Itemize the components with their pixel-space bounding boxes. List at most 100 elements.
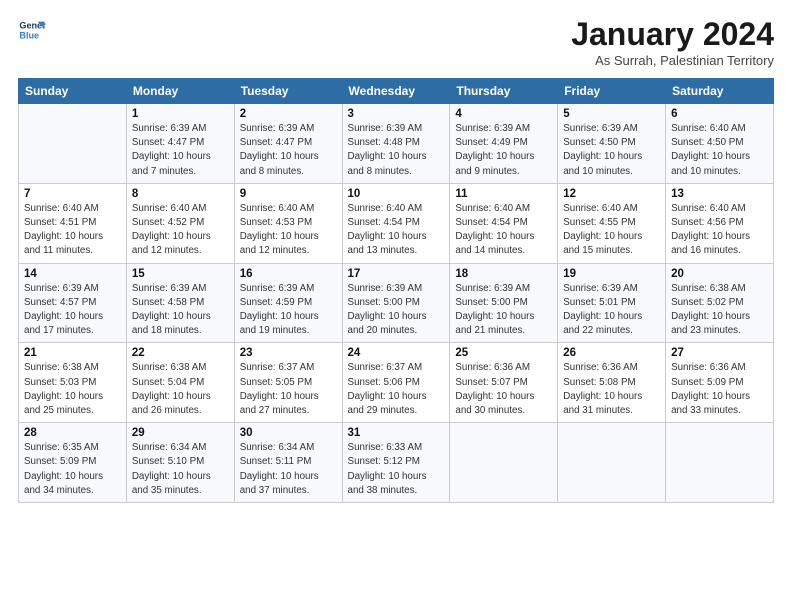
day-cell: 4 Sunrise: 6:39 AM Sunset: 4:49 PM Daylig… — [450, 104, 558, 184]
day-cell: 9 Sunrise: 6:40 AM Sunset: 4:53 PM Daylig… — [234, 183, 342, 263]
calendar-table: SundayMondayTuesdayWednesdayThursdayFrid… — [18, 78, 774, 503]
day-cell: 23 Sunrise: 6:37 AM Sunset: 5:05 PM Dayli… — [234, 343, 342, 423]
day-number: 8 — [132, 188, 229, 200]
header: General Blue January 2024 As Surrah, Pal… — [18, 16, 774, 68]
day-info: Sunrise: 6:39 AM Sunset: 4:58 PM Dayligh… — [132, 282, 229, 339]
day-info: Sunrise: 6:40 AM Sunset: 4:53 PM Dayligh… — [240, 202, 337, 259]
week-row-1: 7 Sunrise: 6:40 AM Sunset: 4:51 PM Daylig… — [19, 183, 774, 263]
day-number: 25 — [455, 347, 552, 359]
day-number: 14 — [24, 268, 121, 280]
title-area: January 2024 As Surrah, Palestinian Terr… — [571, 16, 774, 68]
day-number: 3 — [348, 108, 445, 120]
day-number: 22 — [132, 347, 229, 359]
col-header-sunday: Sunday — [19, 79, 127, 104]
day-cell: 13Sunrise: 6:40 AM Sunset: 4:56 PM Dayli… — [666, 183, 774, 263]
page: General Blue January 2024 As Surrah, Pal… — [0, 0, 792, 515]
header-row: SundayMondayTuesdayWednesdayThursdayFrid… — [19, 79, 774, 104]
day-cell: 6Sunrise: 6:40 AM Sunset: 4:50 PM Daylig… — [666, 104, 774, 184]
day-info: Sunrise: 6:40 AM Sunset: 4:54 PM Dayligh… — [455, 202, 552, 259]
day-cell: 18 Sunrise: 6:39 AM Sunset: 5:00 PM Dayli… — [450, 263, 558, 343]
svg-text:Blue: Blue — [19, 30, 39, 40]
week-row-3: 21Sunrise: 6:38 AM Sunset: 5:03 PM Dayli… — [19, 343, 774, 423]
day-info: Sunrise: 6:38 AM Sunset: 5:04 PM Dayligh… — [132, 361, 229, 418]
day-number: 7 — [24, 188, 121, 200]
day-info: Sunrise: 6:35 AM Sunset: 5:09 PM Dayligh… — [24, 441, 121, 498]
day-number: 26 — [563, 347, 660, 359]
day-number: 4 — [455, 108, 552, 120]
logo-icon: General Blue — [18, 16, 46, 44]
day-info: Sunrise: 6:37 AM Sunset: 5:06 PM Dayligh… — [348, 361, 445, 418]
day-number: 9 — [240, 188, 337, 200]
day-cell: 2Sunrise: 6:39 AM Sunset: 4:47 PM Daylig… — [234, 104, 342, 184]
day-cell: 20 Sunrise: 6:38 AM Sunset: 5:02 PM Dayli… — [666, 263, 774, 343]
day-number: 27 — [671, 347, 768, 359]
day-number: 21 — [24, 347, 121, 359]
day-number: 20 — [671, 268, 768, 280]
day-cell: 24 Sunrise: 6:37 AM Sunset: 5:06 PM Dayli… — [342, 343, 450, 423]
day-info: Sunrise: 6:33 AM Sunset: 5:12 PM Dayligh… — [348, 441, 445, 498]
day-cell: 27 Sunrise: 6:36 AM Sunset: 5:09 PM Dayli… — [666, 343, 774, 423]
logo: General Blue — [18, 16, 46, 44]
col-header-friday: Friday — [558, 79, 666, 104]
day-cell: 5Sunrise: 6:39 AM Sunset: 4:50 PM Daylig… — [558, 104, 666, 184]
day-cell — [558, 423, 666, 503]
day-info: Sunrise: 6:40 AM Sunset: 4:54 PM Dayligh… — [348, 202, 445, 259]
day-number: 1 — [132, 108, 229, 120]
day-number: 30 — [240, 427, 337, 439]
day-number: 23 — [240, 347, 337, 359]
day-info: Sunrise: 6:39 AM Sunset: 4:47 PM Dayligh… — [132, 122, 229, 179]
day-info: Sunrise: 6:36 AM Sunset: 5:08 PM Dayligh… — [563, 361, 660, 418]
day-cell — [450, 423, 558, 503]
day-info: Sunrise: 6:39 AM Sunset: 4:47 PM Dayligh… — [240, 122, 337, 179]
day-cell: 29Sunrise: 6:34 AM Sunset: 5:10 PM Dayli… — [126, 423, 234, 503]
day-cell: 11 Sunrise: 6:40 AM Sunset: 4:54 PM Dayli… — [450, 183, 558, 263]
day-info: Sunrise: 6:40 AM Sunset: 4:52 PM Dayligh… — [132, 202, 229, 259]
day-cell: 7 Sunrise: 6:40 AM Sunset: 4:51 PM Daylig… — [19, 183, 127, 263]
day-info: Sunrise: 6:39 AM Sunset: 4:57 PM Dayligh… — [24, 282, 121, 339]
day-info: Sunrise: 6:39 AM Sunset: 5:01 PM Dayligh… — [563, 282, 660, 339]
day-cell: 30Sunrise: 6:34 AM Sunset: 5:11 PM Dayli… — [234, 423, 342, 503]
day-info: Sunrise: 6:36 AM Sunset: 5:09 PM Dayligh… — [671, 361, 768, 418]
week-row-4: 28 Sunrise: 6:35 AM Sunset: 5:09 PM Dayli… — [19, 423, 774, 503]
week-row-0: 1 Sunrise: 6:39 AM Sunset: 4:47 PM Daylig… — [19, 104, 774, 184]
day-cell: 26 Sunrise: 6:36 AM Sunset: 5:08 PM Dayli… — [558, 343, 666, 423]
day-number: 10 — [348, 188, 445, 200]
day-info: Sunrise: 6:37 AM Sunset: 5:05 PM Dayligh… — [240, 361, 337, 418]
day-cell: 19 Sunrise: 6:39 AM Sunset: 5:01 PM Dayli… — [558, 263, 666, 343]
day-info: Sunrise: 6:39 AM Sunset: 5:00 PM Dayligh… — [455, 282, 552, 339]
location: As Surrah, Palestinian Territory — [571, 53, 774, 68]
day-number: 16 — [240, 268, 337, 280]
day-cell: 31Sunrise: 6:33 AM Sunset: 5:12 PM Dayli… — [342, 423, 450, 503]
day-number: 18 — [455, 268, 552, 280]
day-number: 5 — [563, 108, 660, 120]
col-header-monday: Monday — [126, 79, 234, 104]
day-number: 11 — [455, 188, 552, 200]
day-number: 17 — [348, 268, 445, 280]
day-info: Sunrise: 6:39 AM Sunset: 5:00 PM Dayligh… — [348, 282, 445, 339]
day-cell: 25 Sunrise: 6:36 AM Sunset: 5:07 PM Dayli… — [450, 343, 558, 423]
day-number: 19 — [563, 268, 660, 280]
day-cell: 12Sunrise: 6:40 AM Sunset: 4:55 PM Dayli… — [558, 183, 666, 263]
day-cell: 10 Sunrise: 6:40 AM Sunset: 4:54 PM Dayli… — [342, 183, 450, 263]
day-cell: 15 Sunrise: 6:39 AM Sunset: 4:58 PM Dayli… — [126, 263, 234, 343]
day-cell: 1 Sunrise: 6:39 AM Sunset: 4:47 PM Daylig… — [126, 104, 234, 184]
day-info: Sunrise: 6:34 AM Sunset: 5:10 PM Dayligh… — [132, 441, 229, 498]
day-cell: 3Sunrise: 6:39 AM Sunset: 4:48 PM Daylig… — [342, 104, 450, 184]
day-info: Sunrise: 6:38 AM Sunset: 5:02 PM Dayligh… — [671, 282, 768, 339]
day-number: 15 — [132, 268, 229, 280]
day-info: Sunrise: 6:40 AM Sunset: 4:51 PM Dayligh… — [24, 202, 121, 259]
day-number: 24 — [348, 347, 445, 359]
day-cell — [19, 104, 127, 184]
day-info: Sunrise: 6:36 AM Sunset: 5:07 PM Dayligh… — [455, 361, 552, 418]
day-cell: 16 Sunrise: 6:39 AM Sunset: 4:59 PM Dayli… — [234, 263, 342, 343]
month-title: January 2024 — [571, 16, 774, 53]
col-header-saturday: Saturday — [666, 79, 774, 104]
day-cell: 21Sunrise: 6:38 AM Sunset: 5:03 PM Dayli… — [19, 343, 127, 423]
day-info: Sunrise: 6:40 AM Sunset: 4:55 PM Dayligh… — [563, 202, 660, 259]
day-number: 28 — [24, 427, 121, 439]
day-info: Sunrise: 6:39 AM Sunset: 4:59 PM Dayligh… — [240, 282, 337, 339]
day-info: Sunrise: 6:39 AM Sunset: 4:49 PM Dayligh… — [455, 122, 552, 179]
day-number: 13 — [671, 188, 768, 200]
day-number: 6 — [671, 108, 768, 120]
col-header-wednesday: Wednesday — [342, 79, 450, 104]
